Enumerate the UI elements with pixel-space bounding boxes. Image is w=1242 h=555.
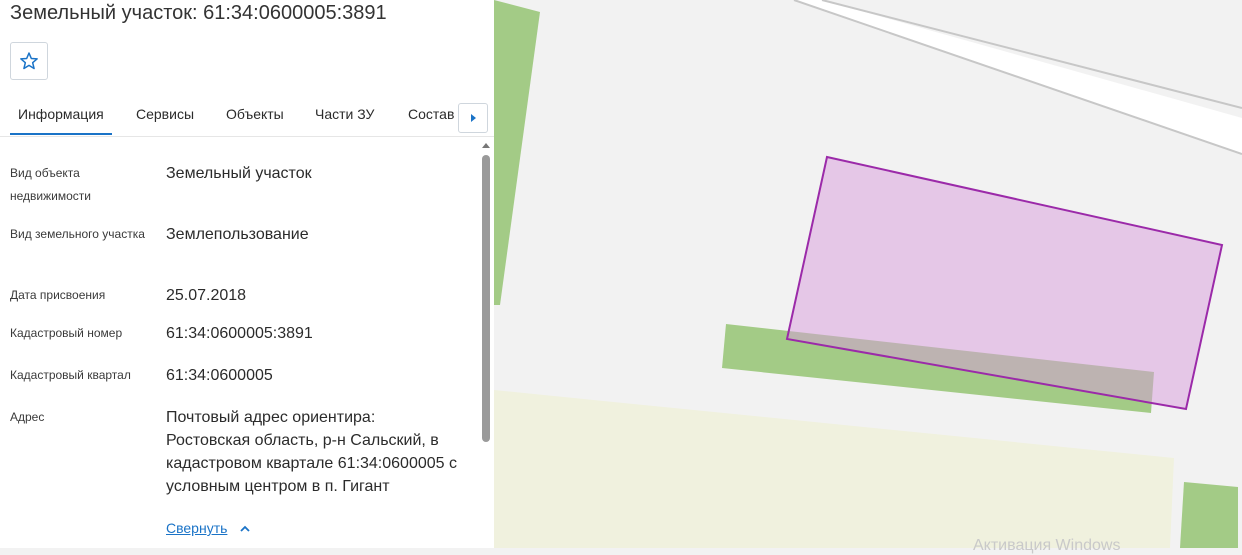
info-label: Кадастровый квартал xyxy=(10,368,131,382)
info-label: Дата присвоения xyxy=(10,288,106,302)
info-panel: Земельный участок: 61:34:0600005:3891 Ин… xyxy=(0,0,494,548)
tab-information[interactable]: Информация xyxy=(10,106,112,135)
tab-bar: Информация Сервисы Объекты Части ЗУ Сост… xyxy=(0,96,494,137)
info-value: 25.07.2018 xyxy=(166,287,247,304)
favorite-button[interactable] xyxy=(10,42,48,80)
address-value: Почтовый адрес ориентира: Ростовская обл… xyxy=(166,409,457,495)
windows-watermark: Активация Windows xyxy=(973,537,1121,554)
info-label: Адрес xyxy=(10,410,45,424)
chevron-up-icon[interactable] xyxy=(238,524,252,534)
info-label: Кадастровый номер xyxy=(10,326,123,340)
chevron-right-icon xyxy=(471,114,476,122)
star-icon xyxy=(20,52,38,70)
tabs-next-button[interactable] xyxy=(458,103,488,133)
info-label: Вид объекта недвижимости xyxy=(10,166,91,203)
scroll-up-icon[interactable] xyxy=(482,142,490,148)
tab-services[interactable]: Сервисы xyxy=(136,106,194,122)
info-value: Земельный участок xyxy=(166,165,312,182)
info-value: Землепользование xyxy=(166,226,309,243)
info-value: 61:34:0600005 xyxy=(166,367,273,384)
tab-parts[interactable]: Части ЗУ xyxy=(315,106,374,122)
collapse-link[interactable]: Свернуть xyxy=(166,520,227,536)
scrollbar-thumb[interactable] xyxy=(482,155,490,442)
page-title: Земельный участок: 61:34:0600005:3891 xyxy=(10,2,387,24)
map-view[interactable] xyxy=(494,0,1242,548)
info-value: 61:34:0600005:3891 xyxy=(166,325,313,342)
green-strip xyxy=(1180,482,1238,548)
info-label: Вид земельного участка xyxy=(10,227,145,241)
tab-objects[interactable]: Объекты xyxy=(226,106,284,122)
tab-composition[interactable]: Состав xyxy=(408,106,454,122)
